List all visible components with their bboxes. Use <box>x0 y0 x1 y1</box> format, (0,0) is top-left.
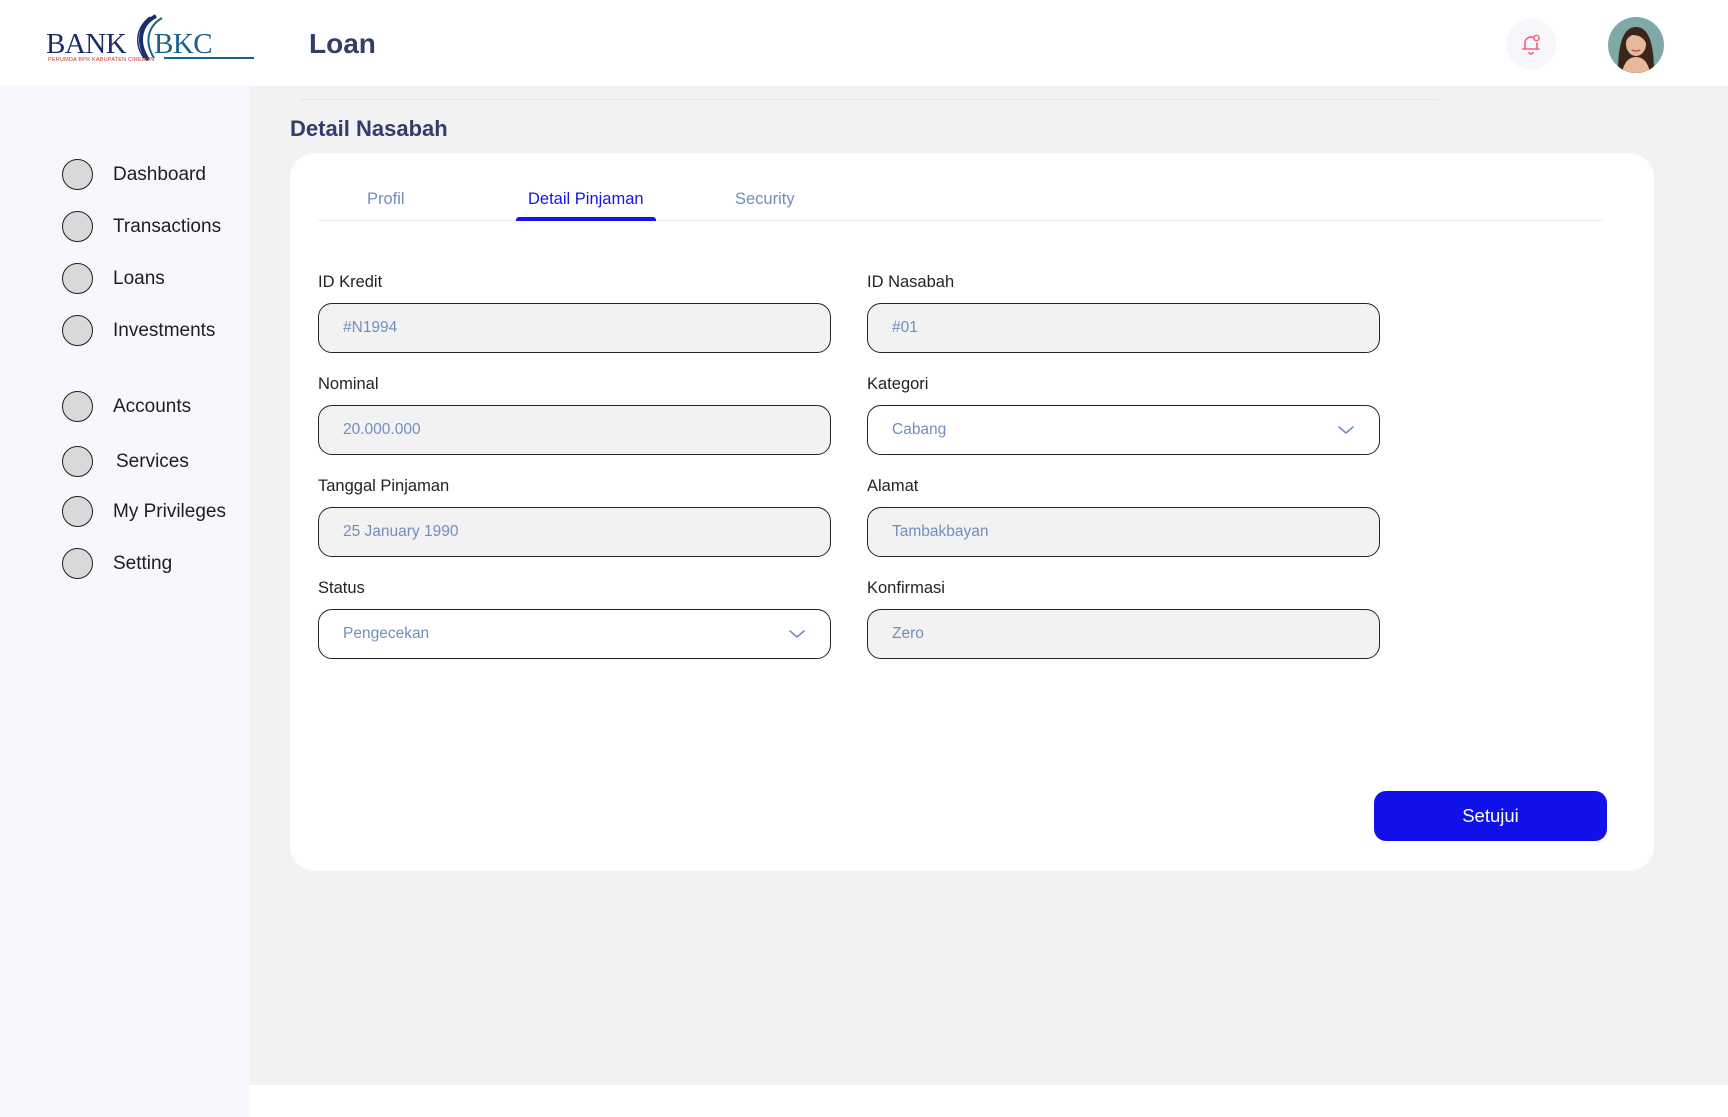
status-select[interactable]: Pengecekan <box>318 609 831 659</box>
loans-icon <box>62 263 93 294</box>
sidebar-item-label: My Privileges <box>113 500 226 522</box>
notification-button[interactable] <box>1506 19 1556 69</box>
setting-icon <box>62 548 93 579</box>
id-nasabah-field[interactable]: #01 <box>867 303 1380 353</box>
chevron-down-icon <box>1338 426 1354 434</box>
user-avatar[interactable] <box>1608 17 1664 73</box>
page-title: Loan <box>309 28 376 59</box>
id-nasabah-label: ID Nasabah <box>867 273 955 291</box>
sidebar-item-my-privileges[interactable]: My Privileges <box>62 496 226 527</box>
active-tab-indicator <box>516 217 656 221</box>
header-divider <box>300 99 1438 100</box>
avatar-image <box>1608 17 1664 73</box>
transactions-icon <box>62 211 93 242</box>
sidebar-item-services[interactable]: Services <box>62 446 189 477</box>
accounts-icon <box>62 391 93 422</box>
kategori-select[interactable]: Cabang <box>867 405 1380 455</box>
sidebar-item-investments[interactable]: Investments <box>62 315 215 346</box>
kategori-value: Cabang <box>892 421 947 438</box>
section-title: Detail Nasabah <box>290 116 448 141</box>
sidebar-item-dashboard[interactable]: Dashboard <box>62 159 206 190</box>
privileges-icon <box>62 496 93 527</box>
id-kredit-field[interactable]: #N1994 <box>318 303 831 353</box>
top-header: BANK BKC PERUMDA BPR KABUPATEN CIREBON L… <box>0 0 1728 86</box>
sidebar-item-setting[interactable]: Setting <box>62 548 172 579</box>
tabs-divider <box>318 220 1604 221</box>
nominal-field[interactable]: 20.000.000 <box>318 405 831 455</box>
id-kredit-label: ID Kredit <box>318 273 383 291</box>
bank-logo[interactable]: BANK BKC PERUMDA BPR KABUPATEN CIREBON <box>46 14 254 66</box>
status-label: Status <box>318 579 365 597</box>
sidebar-item-label: Accounts <box>113 395 192 417</box>
tab-detail-pinjaman[interactable]: Detail Pinjaman <box>528 190 644 209</box>
sidebar-item-loans[interactable]: Loans <box>62 263 165 294</box>
investments-icon <box>62 315 93 346</box>
kategori-label: Kategori <box>867 375 929 393</box>
sidebar-item-label: Transactions <box>113 215 222 237</box>
chevron-down-icon <box>789 630 805 638</box>
tanggal-pinjaman-field[interactable]: 25 January 1990 <box>318 507 831 557</box>
sidebar-item-label: Dashboard <box>113 163 206 185</box>
tab-profil[interactable]: Profil <box>367 190 405 209</box>
alamat-field[interactable]: Tambakbayan <box>867 507 1380 557</box>
sidebar-item-label: Investments <box>113 319 216 341</box>
sidebar-item-label: Setting <box>113 552 173 574</box>
bell-icon <box>1522 34 1540 55</box>
dashboard-icon <box>62 159 93 190</box>
nominal-label: Nominal <box>318 375 379 393</box>
sidebar-item-label: Loans <box>113 267 165 289</box>
konfirmasi-label: Konfirmasi <box>867 579 945 597</box>
logo-underline <box>164 57 254 59</box>
sidebar-item-accounts[interactable]: Accounts <box>62 391 191 422</box>
approve-button[interactable]: Setujui <box>1374 791 1607 841</box>
sidebar-item-label: Services <box>116 450 189 472</box>
tab-security[interactable]: Security <box>735 190 795 209</box>
konfirmasi-field[interactable]: Zero <box>867 609 1380 659</box>
sidebar-item-transactions[interactable]: Transactions <box>62 211 221 242</box>
services-icon <box>62 446 93 477</box>
tanggal-pinjaman-label: Tanggal Pinjaman <box>318 477 450 495</box>
status-value: Pengecekan <box>343 625 430 642</box>
alamat-label: Alamat <box>867 477 919 495</box>
logo-tagline: PERUMDA BPR KABUPATEN CIREBON <box>48 57 155 63</box>
